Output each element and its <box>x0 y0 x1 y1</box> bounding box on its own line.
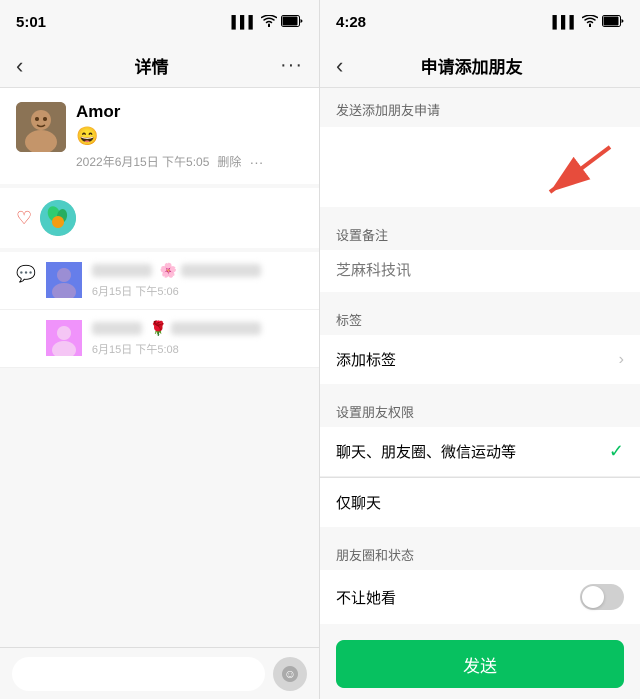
nav-bar-left: ‹ 详情 ··· <box>0 44 319 88</box>
send-message-button[interactable]: ☺ <box>273 657 307 691</box>
message-bar: ☺ <box>0 647 319 699</box>
wifi-icon-right <box>582 15 598 30</box>
chevron-icon: › <box>619 351 624 369</box>
red-arrow-icon <box>520 137 620 207</box>
moments-label: 朋友圈和状态 <box>320 535 640 570</box>
remark-section: 设置备注 <box>320 215 640 292</box>
comment-text-1: 🌸 <box>92 262 303 279</box>
nav-title-left: 详情 <box>135 53 169 78</box>
liked-avatar <box>40 200 76 236</box>
liked-post: ♡ <box>0 188 319 248</box>
comment-icon: 💬 <box>16 264 36 284</box>
status-bar-left: 5:01 ▌▌▌ <box>0 0 319 44</box>
tag-section: 标签 添加标签 › <box>320 300 640 384</box>
send-button[interactable]: 发送 <box>336 640 624 688</box>
friend-request-box <box>320 127 640 207</box>
send-button-wrapper: 发送 <box>320 624 640 696</box>
comment-section: 💬 🌸 6月15日 下午5:06 <box>0 252 319 368</box>
status-bar-right: 4:28 ▌▌▌ <box>320 0 640 44</box>
remark-input[interactable] <box>336 262 624 279</box>
signal-icon-left: ▌▌▌ <box>231 15 257 29</box>
signal-icon-right: ▌▌▌ <box>552 15 578 29</box>
send-request-label: 发送添加朋友申请 <box>320 88 640 127</box>
moments-text: 不让她看 <box>336 587 396 608</box>
permission-section: 设置朋友权限 聊天、朋友圈、微信运动等 ✓ 仅聊天 <box>320 392 640 527</box>
left-panel: 5:01 ▌▌▌ ‹ 详情 ··· <box>0 0 320 699</box>
comment-time-1: 6月15日 下午5:06 <box>92 283 179 299</box>
permission-option-2[interactable]: 仅聊天 <box>320 478 640 527</box>
comment-body-2: 🌹 6月15日 下午5:08 <box>92 320 303 357</box>
commenter-avatar-1 <box>46 262 82 298</box>
permission-label: 设置朋友权限 <box>320 392 640 427</box>
profile-info: Amor 😄 2022年6月15日 下午5:05 删除 ··· <box>76 102 303 170</box>
content-area: ♡ 💬 <box>0 188 319 647</box>
time-right: 4:28 <box>336 14 366 31</box>
post-more-button[interactable]: ··· <box>249 154 263 170</box>
remark-label: 设置备注 <box>320 215 640 250</box>
remark-input-box <box>320 250 640 292</box>
comment-text-2: 🌹 <box>92 320 303 337</box>
permission-text-2: 仅聊天 <box>336 492 381 513</box>
back-button-left[interactable]: ‹ <box>16 53 23 79</box>
svg-text:☺: ☺ <box>284 667 296 681</box>
profile-emoji: 😄 <box>76 126 303 147</box>
tag-text: 添加标签 <box>336 349 396 370</box>
comment-meta-2: 6月15日 下午5:08 <box>92 341 303 357</box>
add-tag-button[interactable]: 添加标签 › <box>320 335 640 384</box>
tag-label: 标签 <box>320 300 640 335</box>
status-icons-right: ▌▌▌ <box>552 15 624 30</box>
heart-icon: ♡ <box>16 208 32 229</box>
battery-icon-left <box>281 15 303 30</box>
check-icon: ✓ <box>609 441 624 462</box>
moments-toggle[interactable] <box>580 584 624 610</box>
wifi-icon-left <box>261 15 277 30</box>
status-icons-left: ▌▌▌ <box>231 15 303 30</box>
back-button-right[interactable]: ‹ <box>336 53 343 79</box>
comment-item-2: 💬 🌹 6月15日 下午5:08 <box>0 310 319 368</box>
nav-title-right: 申请添加朋友 <box>421 53 523 78</box>
profile-name: Amor <box>76 102 303 122</box>
time-left: 5:01 <box>16 14 46 31</box>
comment-body-1: 🌸 6月15日 下午5:06 <box>92 262 303 299</box>
moments-section: 朋友圈和状态 不让她看 <box>320 535 640 624</box>
post-date: 2022年6月15日 下午5:05 <box>76 153 209 170</box>
avatar-image <box>16 102 66 152</box>
right-content: 发送添加朋友申请 设置备注 标签 添加标签 <box>320 88 640 699</box>
battery-icon-right <box>602 15 624 30</box>
post-meta: 2022年6月15日 下午5:05 删除 ··· <box>76 153 303 170</box>
nav-bar-right: ‹ 申请添加朋友 <box>320 44 640 88</box>
delete-button[interactable]: 删除 <box>217 153 241 170</box>
commenter-avatar-2 <box>46 320 82 356</box>
comment-time-2: 6月15日 下午5:08 <box>92 341 179 357</box>
avatar <box>16 102 66 152</box>
permission-text-1: 聊天、朋友圈、微信运动等 <box>336 441 516 462</box>
profile-section: Amor 😄 2022年6月15日 下午5:05 删除 ··· <box>0 88 319 184</box>
message-input[interactable] <box>12 657 265 691</box>
right-panel: 4:28 ▌▌▌ ‹ 申请添加朋友 <box>320 0 640 699</box>
comment-item-1: 💬 🌸 6月15日 下午5:06 <box>0 252 319 310</box>
permission-option-1[interactable]: 聊天、朋友圈、微信运动等 ✓ <box>320 427 640 477</box>
more-button-left[interactable]: ··· <box>280 54 303 77</box>
moments-option: 不让她看 <box>320 570 640 624</box>
toggle-knob <box>582 586 604 608</box>
comment-meta-1: 6月15日 下午5:06 <box>92 283 303 299</box>
